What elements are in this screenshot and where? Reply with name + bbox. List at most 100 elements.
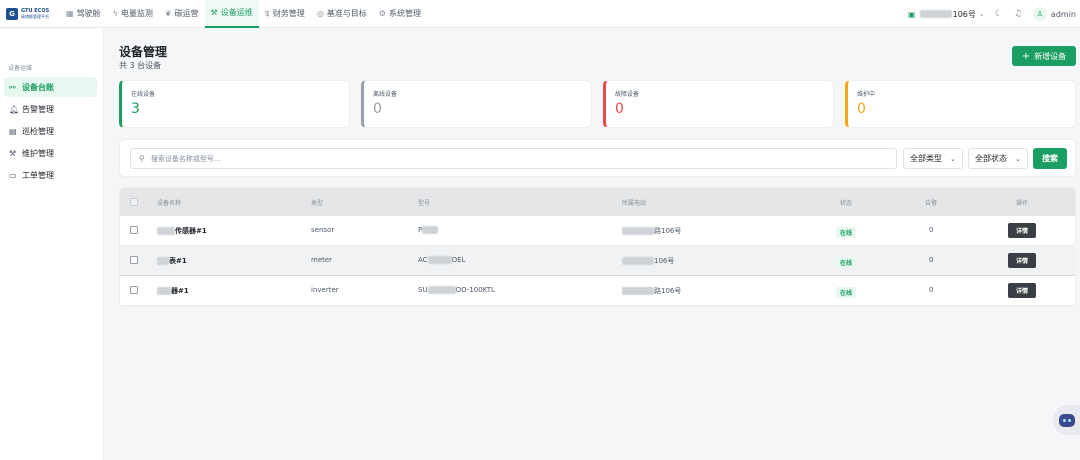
gear-icon: ⚙: [378, 9, 386, 18]
stat-card: 维护中 0: [845, 80, 1076, 128]
stat-label: 离线设备: [373, 91, 398, 98]
nav-item-5[interactable]: ◎ 基准与目标: [311, 0, 373, 28]
redacted-text: [622, 257, 654, 265]
row-checkbox[interactable]: [130, 256, 138, 264]
chevron-down-icon: ⌄: [978, 10, 985, 18]
page-subtitle: 共 3 台设备: [119, 61, 162, 70]
device-model: SU OO-100KTL: [418, 286, 495, 294]
stat-card: 离线设备 0: [361, 80, 592, 128]
add-device-button[interactable]: + 新增设备: [1012, 46, 1076, 66]
chevron-down-icon: ⌄: [950, 154, 956, 163]
redacted-text: [157, 227, 175, 235]
status-badge: 在线: [836, 227, 857, 238]
building-icon: ▣: [908, 9, 916, 19]
moon-icon[interactable]: ☾: [995, 9, 1003, 19]
type-select[interactable]: 全部类型 ⌄: [903, 148, 963, 169]
logo-mark: G: [6, 7, 18, 20]
select-all-checkbox[interactable]: [130, 198, 138, 206]
sidebar-item-0[interactable]: ⚯ 设备台账: [4, 77, 97, 97]
redacted-text: [157, 257, 169, 265]
filter-bar: ⚲ 全部类型 ⌄ 全部状态 ⌄ 搜索: [119, 139, 1076, 177]
table-header: 设备名称 类型 型号 所属电站 状态 告警 操作: [120, 188, 1075, 216]
device-station: 路106号: [622, 286, 681, 296]
user-icon: ♙: [1036, 10, 1044, 18]
nav-item-6[interactable]: ⚙ 系统管理: [373, 0, 427, 28]
sidebar: 设备运维 ⚯ 设备台账 🔔︎ 告警管理 ▤ 巡检管理 ⚒ 维护管理 ▭ 工单管理: [0, 29, 104, 460]
bell-icon: 🔔︎: [9, 104, 20, 114]
nav-item-0[interactable]: ▦ 驾驶舱: [60, 0, 107, 28]
stat-value: 0: [857, 101, 866, 117]
redacted-text: [157, 287, 171, 295]
column-header[interactable]: 类型: [311, 198, 323, 207]
sidebar-item-3[interactable]: ⚒ 维护管理: [4, 143, 97, 163]
nav-item-1[interactable]: ϟ 电量监测: [107, 0, 159, 28]
status-select[interactable]: 全部状态 ⌄: [968, 148, 1028, 169]
bell-icon[interactable]: ♫: [1014, 9, 1022, 19]
redacted-text: [622, 227, 654, 235]
main-menu: ▦ 驾驶舱 ϟ 电量监测 ❦ 碳运营 ⚒ 设备运维 $ 财务管理 ◎ 基准与目标 ⚙ 系统管理: [60, 0, 427, 28]
wrench-icon: ⚒: [9, 148, 17, 158]
table-row[interactable]: 表#1 meter AC OEL 106号 在线 0 详情: [120, 246, 1075, 276]
alarm-count: 0: [929, 286, 934, 294]
stat-value: 0: [615, 101, 624, 117]
brand-logo[interactable]: G GTU ECOS 碳储能管理平台: [0, 7, 60, 20]
stat-value: 0: [373, 101, 382, 117]
site-selector[interactable]: ▣ 106号 ⌄: [908, 9, 985, 20]
device-model: AC OEL: [418, 256, 466, 264]
column-header[interactable]: 所属电站: [622, 198, 646, 207]
stat-label: 在线设备: [131, 91, 156, 98]
device-type: sensor: [311, 226, 335, 234]
nav-item-4[interactable]: $ 财务管理: [259, 0, 311, 28]
lightning-icon: ϟ: [112, 9, 118, 18]
sidebar-group-title: 设备运维: [8, 65, 33, 72]
chevron-down-icon: ⌄: [1015, 154, 1021, 163]
redacted-text: [427, 286, 456, 294]
detail-button[interactable]: 详情: [1008, 253, 1036, 268]
detail-button[interactable]: 详情: [1008, 223, 1036, 238]
assistant-bot-button[interactable]: [1053, 405, 1080, 435]
row-checkbox[interactable]: [130, 286, 138, 294]
alarm-count: 0: [929, 226, 934, 234]
column-header[interactable]: 告警: [925, 198, 937, 207]
plus-icon: +: [1021, 50, 1031, 62]
nav-item-2[interactable]: ❦ 碳运营: [159, 0, 205, 28]
username[interactable]: admin: [1051, 10, 1076, 19]
sidebar-item-1[interactable]: 🔔︎ 告警管理: [4, 99, 97, 119]
redacted-text: [919, 10, 952, 18]
column-header[interactable]: 设备名称: [157, 198, 181, 207]
robot-icon: [1058, 413, 1075, 427]
top-navigation: G GTU ECOS 碳储能管理平台 ▦ 驾驶舱 ϟ 电量监测 ❦ 碳运营 ⚒ 设备运维 $ 财务…: [0, 0, 1080, 28]
column-header[interactable]: 型号: [418, 198, 430, 207]
column-header[interactable]: 操作: [1016, 198, 1028, 207]
device-station: 路106号: [622, 226, 681, 236]
site-name: 106号: [952, 9, 976, 19]
avatar[interactable]: ♙: [1032, 7, 1047, 21]
target-icon: ◎: [316, 9, 324, 18]
search-input[interactable]: [150, 154, 871, 163]
clipboard-icon: ▤: [9, 126, 17, 136]
nav-item-3[interactable]: ⚒ 设备运维: [204, 0, 259, 28]
stat-label: 维护中: [857, 91, 876, 98]
table-row[interactable]: 传感器#1 sensor P 路106号 在线 0 详情: [120, 216, 1075, 246]
detail-button[interactable]: 详情: [1008, 283, 1036, 298]
row-checkbox[interactable]: [130, 226, 138, 234]
search-box[interactable]: ⚲: [130, 148, 897, 169]
document-icon: ▭: [9, 170, 17, 180]
redacted-text: [422, 226, 439, 234]
device-model: P: [418, 226, 439, 234]
status-badge: 在线: [836, 257, 857, 268]
stat-card: 在线设备 3: [119, 80, 350, 128]
stat-value: 3: [131, 101, 140, 117]
ledger-icon: ⚯: [9, 82, 16, 92]
device-table: 设备名称 类型 型号 所属电站 状态 告警 操作 传感器#1 sensor P 路10…: [119, 187, 1076, 307]
dashboard-icon: ▦: [66, 9, 74, 18]
sidebar-item-2[interactable]: ▤ 巡检管理: [4, 121, 97, 141]
table-row[interactable]: 器#1 inverter SU OO-100KTL 路106号 在线 0 详情: [120, 276, 1075, 306]
sidebar-item-4[interactable]: ▭ 工单管理: [4, 165, 97, 185]
brand-tagline: 碳储能管理平台: [21, 13, 49, 19]
redacted-text: [622, 287, 654, 295]
search-button[interactable]: 搜索: [1033, 148, 1067, 169]
status-badge: 在线: [836, 287, 857, 298]
column-header[interactable]: 状态: [840, 198, 852, 207]
redacted-text: [427, 256, 452, 264]
